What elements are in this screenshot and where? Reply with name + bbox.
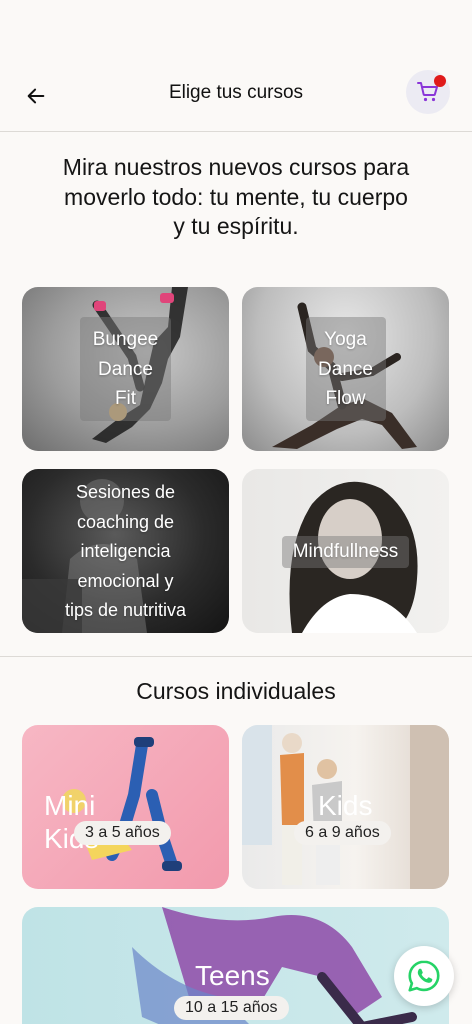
- course-card-coaching[interactable]: Sesiones de coaching de inteligencia emo…: [22, 469, 229, 633]
- course-name: Teens: [195, 960, 270, 991]
- cart-button[interactable]: [406, 70, 450, 114]
- intro-text: Mira nuestros nuevos cursos para moverlo…: [62, 154, 410, 239]
- whatsapp-icon: [408, 960, 440, 992]
- course-label: Yoga Dance Flow: [318, 329, 373, 409]
- course-name: Kids: [318, 790, 373, 821]
- course-label: Sesiones de coaching de inteligencia emo…: [64, 482, 187, 620]
- cart-badge: [434, 75, 446, 87]
- age-badge: 10 a 15 años: [174, 996, 289, 1020]
- age-badge: 3 a 5 años: [74, 821, 171, 845]
- course-card-mini-kids[interactable]: Mini Kids 3 a 5 años: [22, 725, 229, 889]
- whatsapp-button[interactable]: [394, 946, 454, 1006]
- age-badge: 6 a 9 años: [294, 821, 391, 845]
- section-divider: [0, 656, 472, 657]
- section-title-individual: Cursos individuales: [136, 678, 336, 704]
- course-card-bungee[interactable]: Bungee Dance Fit: [22, 287, 229, 451]
- course-card-teens[interactable]: Teens 10 a 15 años: [22, 907, 449, 1024]
- page-title: Elige tus cursos: [168, 82, 304, 103]
- app-header: Elige tus cursos: [0, 60, 472, 132]
- course-label: Bungee Dance Fit: [92, 329, 159, 409]
- course-card-mindfulness[interactable]: Mindfullness: [242, 469, 449, 633]
- course-label: Mindfullness: [292, 541, 399, 562]
- course-card-yoga[interactable]: Yoga Dance Flow: [242, 287, 449, 451]
- course-card-kids[interactable]: Kids 6 a 9 años: [242, 725, 449, 889]
